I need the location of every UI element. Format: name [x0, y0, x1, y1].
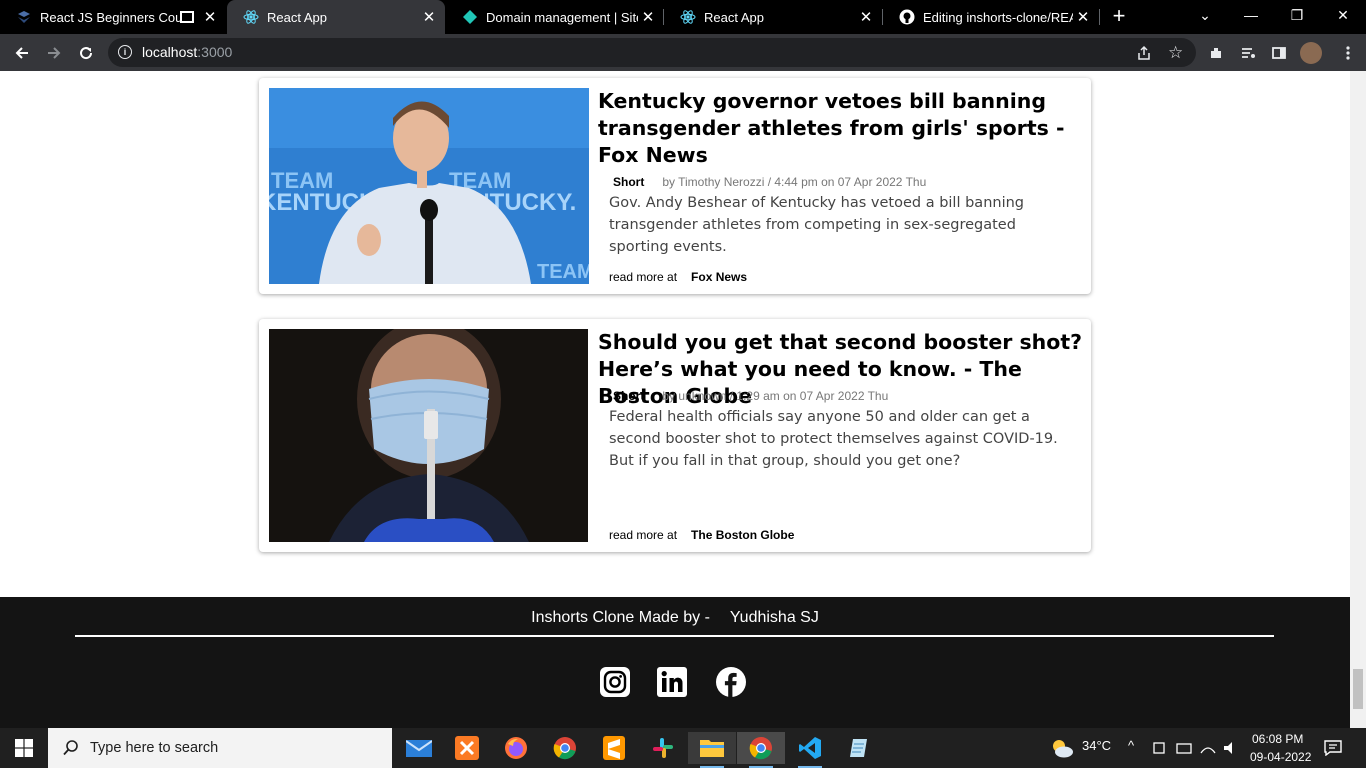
read-more: read more at Fox News — [609, 270, 747, 284]
side-panel-icon[interactable] — [1268, 42, 1290, 64]
file-explorer-icon[interactable] — [688, 732, 736, 768]
notepad-icon[interactable] — [835, 732, 883, 764]
tab-label: React App — [267, 9, 327, 25]
forward-icon[interactable] — [41, 40, 67, 66]
read-more-label: read more at — [609, 528, 678, 542]
search-placeholder: Type here to search — [90, 740, 219, 756]
scrollbar-thumb[interactable] — [1353, 669, 1363, 709]
windows-start-icon[interactable] — [0, 728, 48, 768]
credit-prefix: Inshorts Clone Made by - — [531, 609, 710, 626]
sublime-text-icon[interactable] — [590, 732, 638, 764]
url-text: localhost:3000 — [142, 44, 233, 60]
notification-icon[interactable] — [1324, 740, 1342, 757]
tab-search-icon[interactable]: ⌄ — [1182, 0, 1228, 30]
firefox-icon[interactable] — [492, 732, 540, 764]
close-window-button[interactable]: ✕ — [1320, 0, 1366, 30]
react-icon — [243, 9, 259, 25]
tab-close-icon[interactable]: ✕ — [856, 7, 876, 27]
share-icon[interactable] — [1136, 45, 1152, 61]
browser-toolbar: i localhost:3000 ☆ — [0, 34, 1366, 71]
page-viewport: TEAM KENTUCKY TEAM KENTUCKY. TEAM Kentuc… — [0, 71, 1350, 728]
chevron-up-icon[interactable]: ^ — [1128, 738, 1134, 753]
site-icon — [16, 9, 32, 25]
address-bar[interactable]: i localhost:3000 ☆ — [108, 38, 1196, 67]
tab-react-app[interactable]: React App ✕ — [664, 0, 882, 34]
tab-close-icon[interactable]: ✕ — [638, 7, 658, 27]
chrome-window-icon[interactable] — [737, 732, 785, 768]
news-byline: by Timothy Nerozzi / 4:44 pm on 07 Apr 2… — [662, 175, 927, 189]
footer-credit: Inshorts Clone Made by - Yudhisha SJ — [0, 609, 1350, 627]
credit-author: Yudhisha SJ — [729, 609, 819, 626]
tab-separator — [1099, 9, 1100, 25]
tab-close-icon[interactable]: ✕ — [1073, 7, 1093, 27]
news-meta: Short by unknown / 1:29 am on 07 Apr 2022… — [613, 389, 888, 403]
page-footer: Inshorts Clone Made by - Yudhisha SJ — [0, 597, 1350, 728]
news-card: TEAM KENTUCKY TEAM KENTUCKY. TEAM Kentuc… — [259, 78, 1091, 294]
tab-label: React App — [704, 9, 764, 25]
tab-domain-management[interactable]: Domain management | Site s ✕ — [446, 0, 664, 34]
minimize-button[interactable]: — — [1228, 0, 1274, 30]
news-tag: Short — [613, 389, 645, 403]
windows-taskbar: Type here to search 34°C ^ 06:08 PM 09-0… — [0, 728, 1366, 768]
instagram-icon[interactable] — [600, 667, 630, 697]
media-icon — [180, 11, 194, 23]
weather-temperature[interactable]: 34°C — [1082, 738, 1111, 753]
info-icon[interactable]: i — [118, 45, 132, 59]
read-more: read more at The Boston Globe — [609, 528, 794, 542]
facebook-icon[interactable] — [716, 667, 746, 697]
slack-icon[interactable] — [639, 732, 687, 764]
search-icon — [62, 739, 80, 757]
system-tray-icons[interactable] — [1152, 740, 1240, 756]
media-queue-icon[interactable] — [1237, 42, 1259, 64]
weather-icon[interactable] — [1050, 738, 1074, 758]
read-more-label: read more at — [609, 270, 678, 284]
footer-divider — [75, 635, 1274, 637]
tab-close-icon[interactable]: ✕ — [200, 7, 220, 27]
tab-react-course[interactable]: React JS Beginners Cours ✕ — [0, 0, 226, 34]
source-link[interactable]: Fox News — [691, 270, 747, 284]
menu-kebab-icon[interactable] — [1337, 42, 1359, 64]
svg-text:TEAM: TEAM — [537, 261, 589, 283]
linkedin-icon[interactable] — [657, 667, 687, 697]
tab-label: Editing inshorts-clone/READI — [923, 9, 1073, 25]
tab-label: React JS Beginners Cours — [40, 9, 180, 25]
tab-react-app-active[interactable]: React App ✕ — [227, 0, 445, 34]
tab-github-readme[interactable]: Editing inshorts-clone/READI ✕ — [883, 0, 1099, 34]
tab-label: Domain management | Site s — [486, 9, 638, 25]
page-scrollbar[interactable] — [1350, 71, 1366, 728]
mail-icon[interactable] — [395, 732, 443, 764]
news-image: TEAM KENTUCKY TEAM KENTUCKY. TEAM — [269, 88, 589, 284]
github-icon — [899, 9, 915, 25]
react-icon — [680, 9, 696, 25]
vscode-icon[interactable] — [786, 732, 834, 768]
clock-time[interactable]: 06:08 PM — [1252, 732, 1303, 746]
news-image — [269, 329, 588, 542]
news-meta: Short by Timothy Nerozzi / 4:44 pm on 07 … — [613, 175, 926, 189]
restore-button[interactable]: ❐ — [1274, 0, 1320, 30]
news-description: Gov. Andy Beshear of Kentucky has vetoed… — [609, 195, 1024, 255]
bookmark-star-icon[interactable]: ☆ — [1168, 43, 1183, 63]
news-description: Federal health officials say anyone 50 a… — [609, 409, 1058, 469]
tab-close-icon[interactable]: ✕ — [419, 7, 439, 27]
news-tag: Short — [613, 175, 645, 189]
clock-date[interactable]: 09-04-2022 — [1250, 750, 1311, 764]
extensions-icon[interactable] — [1205, 42, 1227, 64]
news-title[interactable]: Kentucky governor vetoes bill banning tr… — [598, 88, 1083, 169]
xampp-icon[interactable] — [443, 732, 491, 764]
taskbar-search-box[interactable]: Type here to search — [48, 728, 392, 768]
profile-avatar[interactable] — [1300, 42, 1322, 64]
back-icon[interactable] — [9, 40, 35, 66]
browser-tab-bar: React JS Beginners Cours ✕ React App ✕ D… — [0, 0, 1366, 34]
netlify-icon — [462, 9, 478, 25]
reload-icon[interactable] — [73, 40, 99, 66]
source-link[interactable]: The Boston Globe — [691, 528, 794, 542]
new-tab-button[interactable]: + — [1108, 3, 1130, 28]
news-byline: by unknown / 1:29 am on 07 Apr 2022 Thu — [662, 389, 889, 403]
chrome-icon[interactable] — [541, 732, 589, 764]
news-card: Should you get that second booster shot?… — [259, 319, 1091, 552]
